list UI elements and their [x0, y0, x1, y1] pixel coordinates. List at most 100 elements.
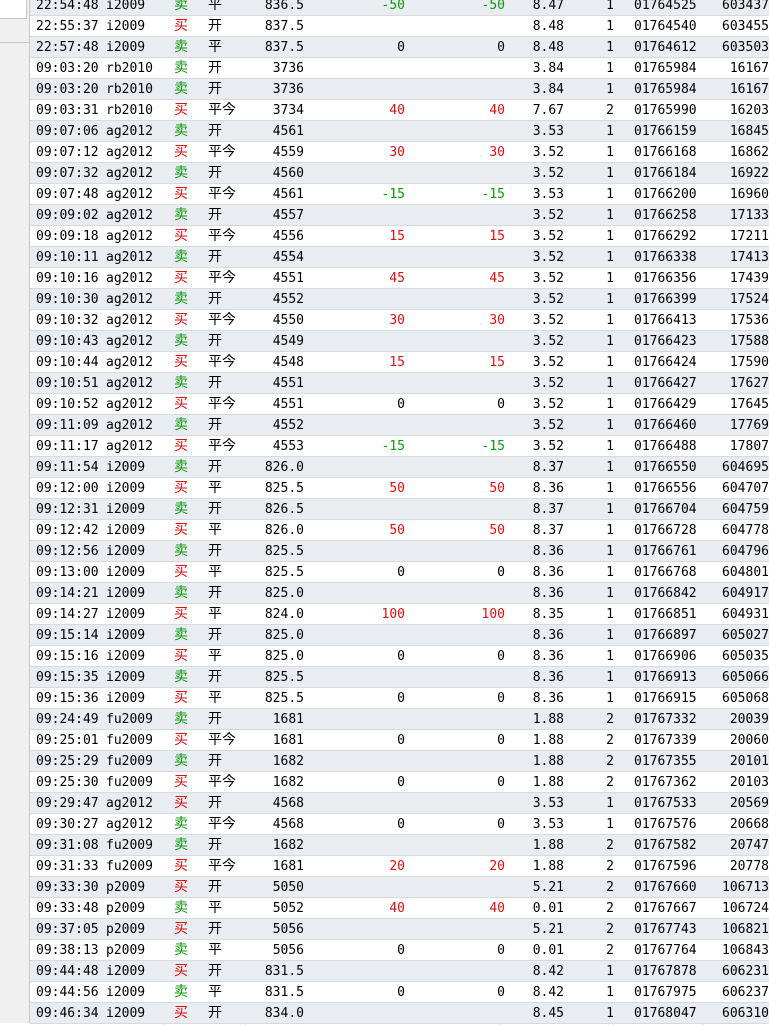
close-profit-cell — [310, 541, 405, 561]
profit-cell: 20 — [489, 859, 505, 874]
quantity-cell: 1 — [606, 145, 614, 160]
commission-cell: 8.35 — [532, 607, 564, 622]
table-row[interactable]: 09:15:36 i2009 买 平 825.5 0 0 8.36 1 01766915 60506… — [30, 688, 769, 709]
table-row[interactable]: 09:30:27 ag2012 卖 平今 4568 0 0 3.53 1 01767576 2066… — [30, 814, 769, 835]
table-row[interactable]: 09:10:51 ag2012 卖 开 4551 3.52 1 01766427 17627 — [30, 373, 769, 394]
open-close-cell: 平今 — [208, 186, 236, 202]
order-id-cell: 01766200 — [634, 187, 697, 202]
table-row[interactable]: 09:25:01 fu2009 买 平今 1681 0 0 1.88 2 01767339 2006… — [30, 730, 769, 751]
direction-cell: 卖 — [174, 123, 188, 139]
table-row[interactable]: 09:38:13 p2009 卖 平 5056 0 0 0.01 2 01767764 106843 — [30, 940, 769, 961]
table-row[interactable]: 09:10:52 ag2012 买 平今 4551 0 0 3.52 1 01766429 1764… — [30, 394, 769, 415]
table-row[interactable]: 09:03:20 rb2010 卖 开 3736 3.84 1 01765984 16167 — [30, 58, 769, 79]
close-profit-cell — [310, 289, 405, 309]
direction-cell: 卖 — [174, 669, 188, 685]
table-row[interactable]: 09:12:56 i2009 卖 开 825.5 8.36 1 01766761 604796 — [30, 541, 769, 562]
close-profit-cell — [310, 877, 405, 897]
table-row[interactable]: 09:14:27 i2009 买 平 824.0 100 100 8.35 1 01766851 6… — [30, 604, 769, 625]
table-row[interactable]: 09:10:44 ag2012 买 平今 4548 15 15 3.52 1 01766424 17… — [30, 352, 769, 373]
order-id-cell: 01766704 — [634, 502, 697, 517]
table-row[interactable]: 22:57:48 i2009 卖 平 837.5 0 0 8.48 1 01764612 60350… — [30, 37, 769, 58]
table-row[interactable]: 09:24:49 fu2009 卖 开 1681 1.88 2 01767332 20039 — [30, 709, 769, 730]
price-cell: 825.0 — [264, 628, 304, 643]
direction-cell: 买 — [174, 438, 188, 454]
table-row[interactable]: 09:46:34 i2009 买 开 834.0 8.45 1 01768047 606310 — [30, 1003, 769, 1024]
order-id-cell: 01767878 — [634, 964, 697, 979]
commission-cell: 8.36 — [532, 628, 564, 643]
commission-cell: 3.84 — [532, 82, 564, 97]
table-row[interactable]: 09:33:48 p2009 卖 平 5052 40 40 0.01 2 01767667 1067… — [30, 898, 769, 919]
quantity-cell: 1 — [606, 607, 614, 622]
table-row[interactable]: 09:15:35 i2009 卖 开 825.5 8.36 1 01766913 605066 — [30, 667, 769, 688]
table-row[interactable]: 09:14:21 i2009 卖 开 825.0 8.36 1 01766842 604917 — [30, 583, 769, 604]
open-close-cell: 开 — [208, 123, 222, 139]
table-row[interactable]: 09:44:56 i2009 卖 平 831.5 0 0 8.42 1 01767975 60623… — [30, 982, 769, 1003]
table-row[interactable]: 09:12:00 i2009 买 平 825.5 50 50 8.36 1 01766556 604… — [30, 478, 769, 499]
table-row[interactable]: 22:54:48 i2009 卖 平 836.5 -50 -50 8.47 1 01764525 6… — [30, 0, 769, 16]
symbol-cell: i2009 — [106, 985, 146, 1000]
quantity-cell: 1 — [606, 355, 614, 370]
trade-id-cell: 606237 — [722, 985, 769, 1000]
direction-cell: 卖 — [174, 816, 188, 832]
table-row[interactable]: 09:07:06 ag2012 卖 开 4561 3.53 1 01766159 16845 — [30, 121, 769, 142]
table-row[interactable]: 09:33:30 p2009 买 开 5050 5.21 2 01767660 106713 — [30, 877, 769, 898]
close-profit-cell — [310, 415, 405, 435]
table-row[interactable]: 09:11:09 ag2012 卖 开 4552 3.52 1 01766460 17769 — [30, 415, 769, 436]
quantity-cell: 1 — [606, 0, 614, 13]
table-row[interactable]: 09:07:48 ag2012 买 平今 4561 -15 -15 3.53 1 01766200… — [30, 184, 769, 205]
symbol-cell: ag2012 — [106, 817, 153, 832]
table-row[interactable]: 09:31:08 fu2009 卖 开 1682 1.88 2 01767582 20747 — [30, 835, 769, 856]
direction-cell: 卖 — [174, 627, 188, 643]
table-row[interactable]: 09:10:11 ag2012 卖 开 4554 3.52 1 01766338 17413 — [30, 247, 769, 268]
direction-cell: 买 — [174, 795, 188, 811]
table-row[interactable]: 09:13:00 i2009 买 平 825.5 0 0 8.36 1 01766768 60480… — [30, 562, 769, 583]
open-close-cell: 开 — [208, 1005, 222, 1021]
table-row[interactable]: 09:03:31 rb2010 买 平今 3734 40 40 7.67 2 01765990 16… — [30, 100, 769, 121]
symbol-cell: fu2009 — [106, 859, 153, 874]
close-profit-cell: 0 — [397, 565, 405, 580]
quantity-cell: 1 — [606, 292, 614, 307]
table-row[interactable]: 09:12:42 i2009 买 平 826.0 50 50 8.37 1 01766728 604… — [30, 520, 769, 541]
table-row[interactable]: 22:55:37 i2009 买 开 837.5 8.48 1 01764540 603455 — [30, 16, 769, 37]
commission-cell: 3.52 — [532, 292, 564, 307]
table-row[interactable]: 09:10:16 ag2012 买 平今 4551 45 45 3.52 1 01766356 17… — [30, 268, 769, 289]
symbol-cell: i2009 — [106, 1006, 146, 1021]
table-row[interactable]: 09:10:43 ag2012 卖 开 4549 3.52 1 01766423 17588 — [30, 331, 769, 352]
commission-cell: 3.52 — [532, 271, 564, 286]
table-row[interactable]: 09:09:02 ag2012 卖 开 4557 3.52 1 01766258 17133 — [30, 205, 769, 226]
table-row[interactable]: 09:10:32 ag2012 买 平今 4550 30 30 3.52 1 01766413 17… — [30, 310, 769, 331]
table-row[interactable]: 09:09:18 ag2012 买 平今 4556 15 15 3.52 1 01766292 17… — [30, 226, 769, 247]
time-cell: 09:15:35 — [36, 670, 99, 685]
table-row[interactable]: 09:15:16 i2009 买 平 825.0 0 0 8.36 1 01766906 60503… — [30, 646, 769, 667]
time-cell: 09:15:36 — [36, 691, 99, 706]
symbol-cell: p2009 — [106, 943, 146, 958]
table-row[interactable]: 09:31:33 fu2009 买 平今 1681 20 20 1.88 2 01767596 20… — [30, 856, 769, 877]
quantity-cell: 2 — [606, 943, 614, 958]
table-row[interactable]: 09:37:05 p2009 买 开 5056 5.21 2 01767743 106821 — [30, 919, 769, 940]
table-row[interactable]: 09:29:47 ag2012 买 开 4568 3.53 1 01767533 20569 — [30, 793, 769, 814]
direction-cell: 买 — [174, 144, 188, 160]
table-row[interactable]: 09:11:17 ag2012 买 平今 4553 -15 -15 3.52 1 01766488… — [30, 436, 769, 457]
commission-cell: 1.88 — [532, 733, 564, 748]
table-row[interactable]: 09:10:30 ag2012 卖 开 4552 3.52 1 01766399 17524 — [30, 289, 769, 310]
price-cell: 1682 — [272, 775, 304, 790]
time-cell: 09:03:20 — [36, 82, 99, 97]
order-id-cell: 01766159 — [634, 124, 697, 139]
table-row[interactable]: 09:12:31 i2009 卖 开 826.5 8.37 1 01766704 604759 — [30, 499, 769, 520]
profit-cell — [410, 289, 505, 309]
table-row[interactable]: 09:07:12 ag2012 买 平今 4559 30 30 3.52 1 01766168 16… — [30, 142, 769, 163]
table-row[interactable]: 09:11:54 i2009 卖 开 826.0 8.37 1 01766550 604695 — [30, 457, 769, 478]
direction-cell: 买 — [174, 858, 188, 874]
table-row[interactable]: 09:15:14 i2009 卖 开 825.0 8.36 1 01766897 605027 — [30, 625, 769, 646]
open-close-cell: 开 — [208, 207, 222, 223]
table-row[interactable]: 09:25:30 fu2009 买 平今 1682 0 0 1.88 2 01767362 2010… — [30, 772, 769, 793]
table-row[interactable]: 09:03:20 rb2010 卖 开 3736 3.84 1 01765984 16167 — [30, 79, 769, 100]
open-close-cell: 开 — [208, 837, 222, 853]
quantity-cell: 2 — [606, 901, 614, 916]
trade-id-cell: 605035 — [722, 649, 769, 664]
direction-cell: 买 — [174, 648, 188, 664]
table-row[interactable]: 09:25:29 fu2009 卖 开 1682 1.88 2 01767355 20101 — [30, 751, 769, 772]
table-row[interactable]: 09:44:48 i2009 买 开 831.5 8.42 1 01767878 606231 — [30, 961, 769, 982]
profit-cell: -15 — [481, 187, 505, 202]
table-row[interactable]: 09:07:32 ag2012 卖 开 4560 3.52 1 01766184 16922 — [30, 163, 769, 184]
